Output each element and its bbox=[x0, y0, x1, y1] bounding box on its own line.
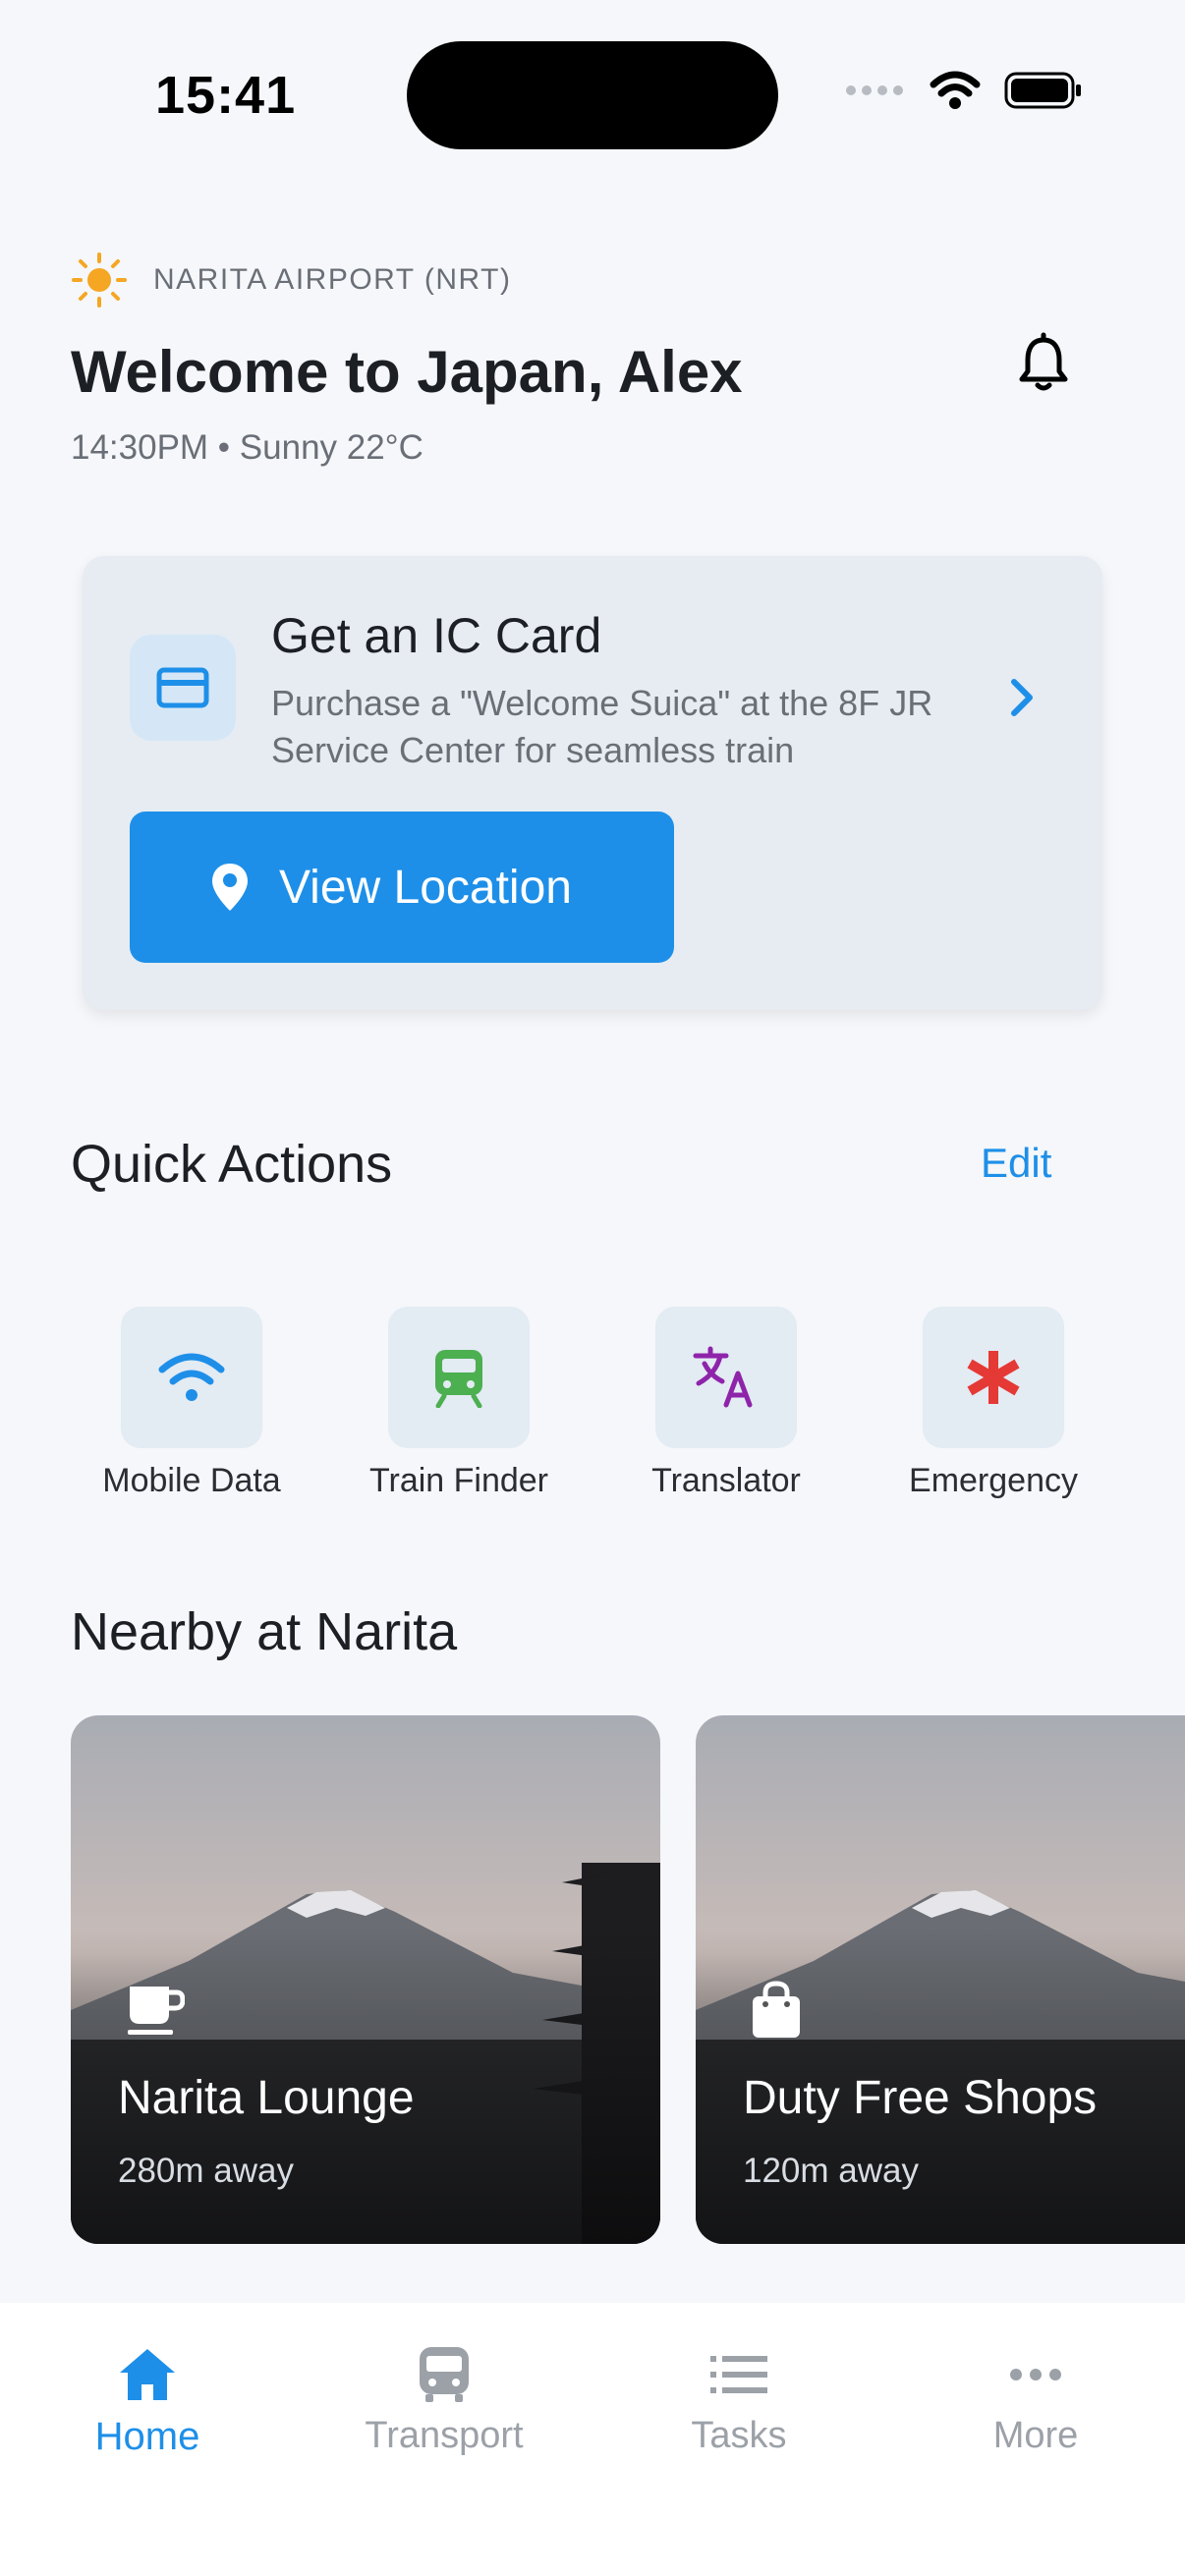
asterisk-icon bbox=[967, 1351, 1020, 1404]
tab-home[interactable]: Home bbox=[0, 2338, 295, 2459]
tab-label: Tasks bbox=[691, 2415, 787, 2456]
wifi-icon bbox=[158, 1353, 225, 1401]
location-label: NARITA AIRPORT (NRT) bbox=[153, 263, 512, 296]
translate-icon bbox=[693, 1346, 753, 1408]
place-card-narita-lounge[interactable]: Narita Lounge 280m away bbox=[71, 1715, 660, 2244]
nearby-title: Nearby at Narita bbox=[71, 1602, 458, 1661]
sun-icon bbox=[72, 252, 127, 308]
notification-button[interactable] bbox=[1012, 332, 1075, 395]
wifi-status-icon bbox=[930, 71, 981, 109]
shopping-bag-icon bbox=[753, 1981, 800, 2038]
status-time: 15:41 bbox=[155, 66, 297, 125]
quick-action-emergency[interactable]: Emergency bbox=[871, 1307, 1116, 1500]
place-distance: 280m away bbox=[118, 2152, 294, 2190]
location-row: NARITA AIRPORT (NRT) bbox=[71, 252, 512, 308]
view-location-button[interactable]: View Location bbox=[130, 812, 674, 963]
place-name: Narita Lounge bbox=[118, 2072, 415, 2124]
coffee-icon bbox=[128, 1987, 185, 2035]
bus-icon bbox=[420, 2347, 469, 2402]
tab-label: Home bbox=[94, 2415, 200, 2458]
quick-action-translator[interactable]: Translator bbox=[603, 1307, 849, 1500]
ic-card-banner[interactable]: Get an IC Card Purchase a "Welcome Suica… bbox=[83, 556, 1102, 1010]
list-icon bbox=[710, 2356, 767, 2393]
quick-action-icon-box bbox=[388, 1307, 530, 1448]
dynamic-island bbox=[407, 41, 778, 149]
home-icon bbox=[120, 2349, 175, 2400]
tab-more[interactable]: More bbox=[888, 2338, 1183, 2457]
chevron-right-icon[interactable] bbox=[1002, 668, 1042, 727]
quick-action-train-finder[interactable]: Train Finder bbox=[336, 1307, 582, 1500]
train-icon bbox=[435, 1350, 482, 1408]
quick-action-label: Mobile Data bbox=[102, 1462, 281, 1499]
signal-icon bbox=[846, 85, 903, 95]
more-icon bbox=[1010, 2369, 1061, 2380]
tab-tasks[interactable]: Tasks bbox=[592, 2338, 886, 2457]
place-distance: 120m away bbox=[743, 2152, 919, 2190]
quick-actions-title: Quick Actions bbox=[71, 1135, 393, 1194]
quick-action-label: Translator bbox=[651, 1462, 801, 1499]
quick-action-label: Train Finder bbox=[368, 1462, 549, 1499]
quick-action-mobile-data[interactable]: Mobile Data bbox=[69, 1307, 314, 1500]
weather-info: 14:30PM • Sunny 22°C bbox=[71, 428, 423, 467]
view-location-label: View Location bbox=[279, 861, 572, 914]
page-title: Welcome to Japan, Alex bbox=[71, 339, 743, 405]
tab-bar: Home Transport Tasks More bbox=[0, 2303, 1185, 2576]
tab-label: Transport bbox=[365, 2415, 524, 2456]
place-name: Duty Free Shops bbox=[743, 2072, 1098, 2124]
quick-action-icon-box bbox=[923, 1307, 1064, 1448]
location-pin-icon bbox=[212, 864, 248, 911]
ic-card-title: Get an IC Card bbox=[271, 608, 602, 663]
quick-action-icon-box bbox=[121, 1307, 262, 1448]
bell-icon bbox=[1019, 332, 1068, 391]
screen: 15:41 NARITA AIRPORT (NRT) Welcome to Ja… bbox=[0, 0, 1185, 2576]
place-card-duty-free-shops[interactable]: Duty Free Shops 120m away bbox=[696, 1715, 1185, 2244]
tab-transport[interactable]: Transport bbox=[297, 2338, 592, 2457]
credit-card-icon bbox=[156, 667, 209, 708]
tab-label: More bbox=[992, 2415, 1079, 2456]
quick-action-icon-box bbox=[655, 1307, 797, 1448]
quick-action-label: Emergency bbox=[909, 1462, 1078, 1499]
ic-card-icon-box bbox=[130, 635, 236, 741]
status-icons bbox=[845, 71, 1083, 110]
edit-quick-actions-button[interactable]: Edit bbox=[981, 1140, 1051, 1187]
battery-icon bbox=[1004, 72, 1081, 109]
ic-card-description: Purchase a "Welcome Suica" at the 8F JR … bbox=[271, 683, 933, 770]
